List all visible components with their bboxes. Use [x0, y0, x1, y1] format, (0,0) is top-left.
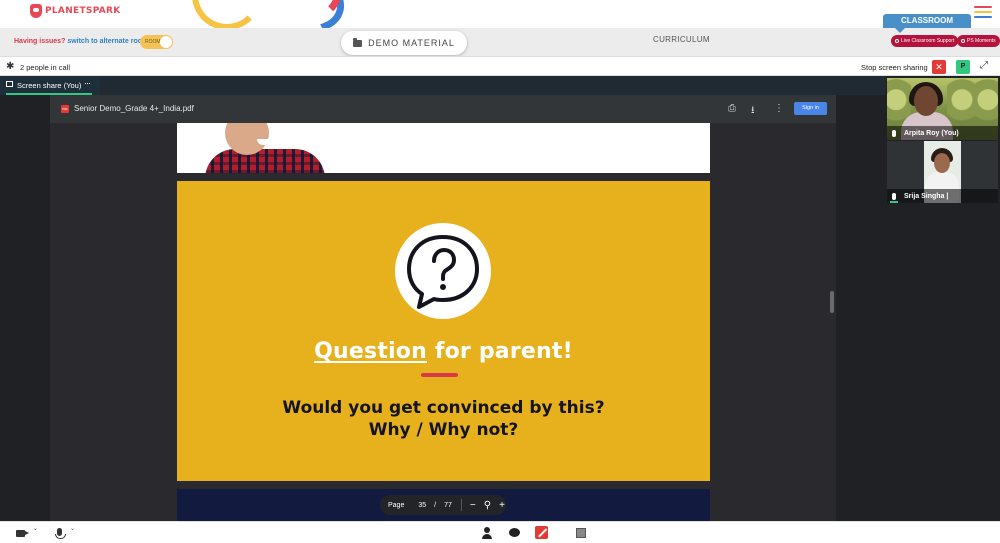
live-support-button[interactable]: Live Classroom Support [891, 35, 959, 47]
meeting-stage: Screen share (You) ··· PDF Senior Demo_G… [0, 76, 1000, 521]
demo-material-button[interactable]: DEMO MATERIAL [341, 31, 467, 55]
room-toggle-label: ROOM [145, 39, 161, 45]
demo-material-label: DEMO MATERIAL [368, 38, 455, 48]
issues-notice: Having issues? switch to alternate room [14, 38, 148, 45]
mic-icon [892, 193, 896, 200]
participant-face [914, 86, 938, 116]
stop-sharing-label: Stop screen sharing [861, 63, 928, 72]
logo-text: PLANETSPARK [45, 6, 121, 16]
call-bar: ✱ 2 people in call Stop screen sharing ✕… [0, 56, 1000, 76]
tab-strip [100, 76, 886, 95]
top-header: PLANETSPARK [0, 0, 1000, 47]
p-badge-button[interactable]: P [956, 60, 970, 74]
question-bubble-icon [395, 223, 491, 319]
page-label: Page [388, 501, 405, 509]
ps-moments-label: PS Moments [967, 38, 996, 44]
slide-body: Would you get convinced by this? Why / W… [177, 397, 710, 441]
more-horiz-icon[interactable]: ··· [84, 78, 91, 88]
gear-icon[interactable]: ✱ [6, 61, 14, 72]
screen-share-off-icon[interactable] [535, 526, 548, 539]
page-navigator: Page 35 / 77 − ⚲ + [380, 495, 506, 515]
page-separator: / [434, 501, 437, 509]
mic-icon [892, 130, 896, 137]
support-icon [895, 39, 899, 43]
issues-question: Having issues? [14, 38, 66, 45]
monitor-icon [6, 81, 13, 87]
pdf-viewer: PDF Senior Demo_Grade 4+_India.pdf ⎙ ⭳ ⋮… [50, 95, 836, 521]
participant-name: Srija Singha | [904, 193, 949, 200]
switch-room-link[interactable]: switch to alternate room [67, 38, 148, 45]
fullscreen-icon[interactable]: ⤢ [980, 60, 988, 71]
square-icon[interactable] [576, 528, 586, 538]
classroom-tab[interactable]: CLASSROOM [883, 14, 971, 33]
people-count: 2 people in call [20, 63, 71, 72]
participant-tile[interactable]: Srija Singha | [887, 141, 998, 203]
moments-icon [961, 39, 965, 43]
participant-face [934, 153, 950, 173]
mic-icon[interactable] [55, 528, 66, 539]
sub-header: Having issues? switch to alternate room … [0, 14, 1000, 56]
mic-options-chevron-icon[interactable]: ⌄ [70, 525, 75, 532]
speaking-indicator [890, 201, 898, 203]
person-icon[interactable] [482, 527, 492, 539]
camera-options-chevron-icon[interactable]: ⌄ [33, 525, 38, 532]
slide-title-word: Question [314, 339, 427, 364]
current-slide: Question for parent! Would you get convi… [177, 181, 710, 481]
page-number-input[interactable]: 35 [418, 502, 426, 509]
navigator-divider [460, 499, 462, 511]
boy-shirt [205, 149, 325, 173]
stop-sharing-close-icon[interactable]: ✕ [932, 60, 946, 74]
slide-title-rest: for parent! [426, 339, 573, 364]
logo-mark-icon [30, 4, 42, 18]
zoom-icon[interactable]: ⚲ [484, 500, 491, 511]
boy-smile [257, 139, 271, 145]
planetspark-logo[interactable]: PLANETSPARK [30, 4, 121, 18]
hamburger-menu-icon[interactable] [974, 6, 992, 21]
live-support-label: Live Classroom Support [901, 38, 955, 44]
slide-body-line1: Would you get convinced by this? [282, 398, 605, 418]
print-icon[interactable]: ⎙ [728, 103, 736, 114]
pdf-file-icon: PDF [61, 105, 69, 113]
sign-in-button[interactable]: Sign in [794, 102, 827, 115]
page-total: 77 [444, 501, 452, 509]
previous-page-image [177, 123, 710, 173]
bottom-controls: ⌄ ⌄ [0, 521, 1000, 543]
chat-icon[interactable] [509, 528, 520, 537]
ps-moments-button[interactable]: PS Moments [957, 35, 1000, 47]
pdf-toolbar: PDF Senior Demo_Grade 4+_India.pdf ⎙ ⭳ ⋮… [50, 95, 836, 123]
slide-body-line2: Why / Why not? [368, 420, 519, 440]
screen-share-tab[interactable]: Screen share (You) ··· [0, 76, 100, 95]
download-icon[interactable]: ⭳ [751, 103, 755, 120]
zoom-in-button[interactable]: + [499, 500, 505, 511]
zoom-out-button[interactable]: − [470, 500, 476, 511]
room-toggle[interactable]: ROOM [140, 35, 173, 49]
participant-tile[interactable]: Arpita Roy (You) [887, 78, 998, 140]
screen-share-tab-label: Screen share (You) [17, 81, 82, 90]
folder-icon [353, 37, 363, 47]
pdf-filename: Senior Demo_Grade 4+_India.pdf [74, 104, 194, 113]
curriculum-tab[interactable]: CURRICULUM [653, 35, 710, 44]
pdf-scrollbar[interactable] [830, 291, 834, 313]
camera-icon[interactable] [16, 530, 29, 537]
slide-title: Question for parent! [177, 339, 710, 364]
more-vert-icon[interactable]: ⋮ [774, 103, 784, 114]
title-accent-bar [421, 373, 458, 377]
participant-name: Arpita Roy (You) [904, 130, 959, 137]
